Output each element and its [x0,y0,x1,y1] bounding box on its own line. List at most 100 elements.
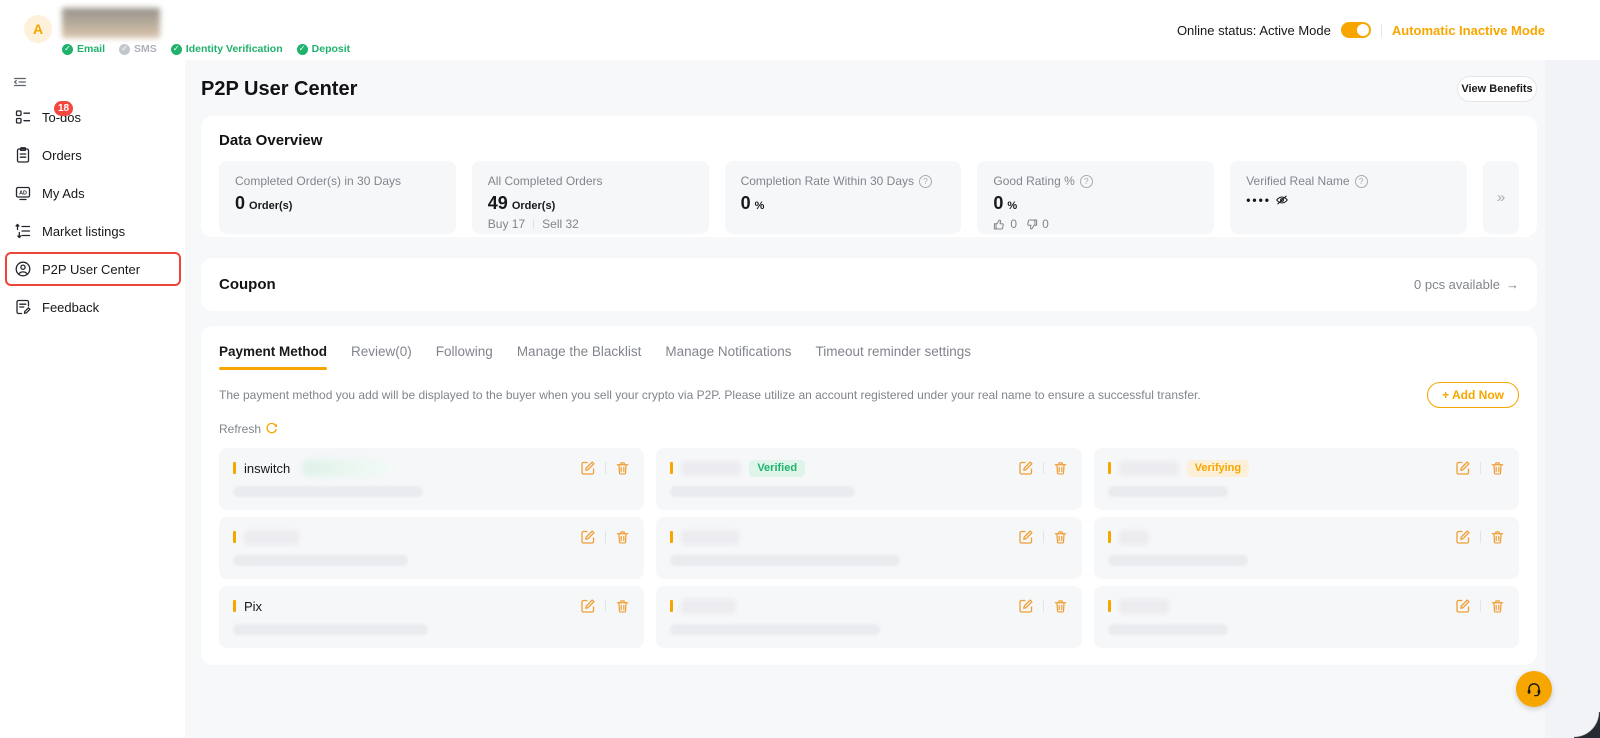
online-status-controls: Online status: Active Mode Automatic Ina… [1177,0,1545,60]
payment-method-card [656,517,1081,579]
thumbs-down-icon [1025,218,1038,231]
delete-icon[interactable] [1490,599,1505,614]
stat-verified-real-name: Verified Real Name ? •••• [1230,161,1467,234]
eye-off-icon[interactable] [1275,193,1289,207]
tab-following[interactable]: Following [436,344,493,370]
sidebar-item-label: My Ads [42,186,85,201]
sms-unverified-badge: ✓ SMS [119,43,157,55]
likes: 0 [993,217,1017,231]
blurred-detail [1108,486,1228,497]
automatic-inactive-mode-link[interactable]: Automatic Inactive Mode [1392,23,1545,38]
delete-icon[interactable] [615,530,630,545]
delete-icon[interactable] [615,461,630,476]
online-status-toggle[interactable] [1341,22,1371,38]
verified-badge: Verified [749,460,805,477]
edit-icon[interactable] [1018,529,1034,545]
add-now-button[interactable]: + Add Now [1427,382,1519,408]
verifying-badge: Verifying [1187,460,1249,477]
sidebar-item-market-listings[interactable]: Market listings [0,212,185,250]
divider [605,600,606,612]
edit-icon[interactable] [1018,598,1034,614]
sidebar-item-my-ads[interactable]: AD My Ads [0,174,185,212]
delete-icon[interactable] [1053,530,1068,545]
help-icon[interactable]: ? [1080,175,1093,188]
sidebar-item-p2p-user-center[interactable]: P2P User Center [0,250,185,288]
refresh-control[interactable]: Refresh [219,422,1519,436]
tab-payment-method[interactable]: Payment Method [219,344,327,370]
stat-all-completed: All Completed Orders 49 Order(s) Buy 17 … [472,161,709,234]
divider [1381,24,1382,37]
delete-icon[interactable] [1490,461,1505,476]
stat-unit: Order(s) [249,200,292,212]
tab-review[interactable]: Review(0) [351,344,412,370]
payment-method-card-pix: Pix [219,586,644,648]
data-overview-card: Data Overview Completed Order(s) in 30 D… [201,116,1537,237]
buy-count: Buy 17 [488,217,525,231]
payment-method-name: Pix [244,599,262,614]
expand-stats-button[interactable]: » [1483,161,1519,234]
sidebar-item-orders[interactable]: Orders [0,136,185,174]
scroll-gutter [1545,60,1600,738]
online-status-label: Online status: Active Mode [1177,23,1331,38]
edit-icon[interactable] [1455,529,1471,545]
stat-value: 0 [993,193,1003,214]
edit-icon[interactable] [580,460,596,476]
coupon-available-link[interactable]: 0 pcs available → [1414,277,1519,292]
tab-timeout-reminder[interactable]: Timeout reminder settings [815,344,971,370]
my-ads-icon: AD [14,184,32,202]
view-benefits-button[interactable]: View Benefits [1457,76,1537,102]
divider [1043,531,1044,543]
customer-support-button[interactable] [1516,671,1552,707]
blurred-badge [302,459,394,477]
svg-text:AD: AD [19,190,27,196]
blurred-name [244,530,299,545]
masked-name: •••• [1246,193,1271,207]
sidebar-menu: To-dos 18 Orders AD My Ads Market listin… [0,98,185,326]
avatar[interactable]: A [24,15,52,43]
check-icon: ✓ [171,44,182,55]
edit-icon[interactable] [1018,460,1034,476]
stat-unit: Order(s) [512,200,555,212]
edit-icon[interactable] [1455,460,1471,476]
payment-methods-card: Payment Method Review(0) Following Manag… [201,326,1537,665]
divider [1480,462,1481,474]
accent-bar [1108,600,1111,612]
edit-icon[interactable] [580,598,596,614]
help-icon[interactable]: ? [1355,175,1368,188]
blurred-name [1119,599,1169,614]
coupon-title: Coupon [219,276,276,293]
blurred-detail [233,486,423,497]
delete-icon[interactable] [1053,461,1068,476]
refresh-label: Refresh [219,422,261,436]
help-icon[interactable]: ? [919,175,932,188]
tab-manage-notifications[interactable]: Manage Notifications [665,344,791,370]
thumbs-up-icon [993,218,1006,231]
check-icon: ✓ [297,44,308,55]
main-content: P2P User Center View Benefits Data Overv… [185,60,1600,738]
sidebar-item-todos[interactable]: To-dos 18 [0,98,185,136]
blurred-detail [1108,624,1228,635]
collapse-sidebar-icon[interactable] [12,74,28,90]
delete-icon[interactable] [1053,599,1068,614]
accent-bar [233,462,236,474]
payment-method-card [219,517,644,579]
payment-method-card-inswitch: inswitch [219,448,644,510]
stat-value: 49 [488,193,508,214]
delete-icon[interactable] [1490,530,1505,545]
deposit-verified-badge: ✓ Deposit [297,43,351,55]
sidebar-item-label: Market listings [42,224,125,239]
todos-count-badge: 18 [54,101,73,116]
edit-icon[interactable] [1455,598,1471,614]
arrow-right-icon: → [1506,277,1519,292]
delete-icon[interactable] [615,599,630,614]
sell-count: Sell 32 [542,217,579,231]
blurred-detail [670,555,900,566]
check-icon: ✓ [62,44,73,55]
blurred-detail [670,486,855,497]
tab-manage-blacklist[interactable]: Manage the Blacklist [517,344,642,370]
sidebar-item-feedback[interactable]: Feedback [0,288,185,326]
edit-icon[interactable] [580,529,596,545]
window-corner [1574,712,1600,738]
refresh-icon[interactable] [265,423,278,436]
email-verified-badge: ✓ Email [62,43,105,55]
